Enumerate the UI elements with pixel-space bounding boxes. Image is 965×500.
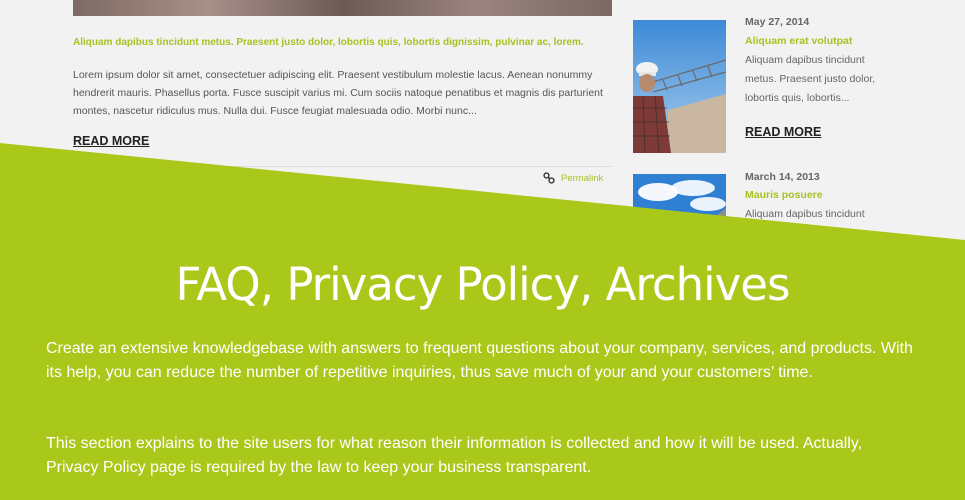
permalink-label[interactable]: Permalink: [561, 173, 603, 184]
sidebar-post-title[interactable]: Aliquam erat volutpat: [745, 35, 852, 47]
sidebar-thumbnail-worker[interactable]: [633, 20, 726, 153]
read-more-button[interactable]: READ MORE: [73, 134, 149, 148]
sidebar-read-more-button[interactable]: READ MORE: [745, 125, 821, 139]
post-subtitle[interactable]: Aliquam dapibus tincidunt metus. Praesen…: [73, 37, 633, 48]
post-image[interactable]: [73, 0, 612, 16]
permalink-link[interactable]: Permalink: [543, 172, 603, 184]
sidebar-date: March 14, 2013: [745, 171, 820, 183]
post-excerpt: Lorem ipsum dolor sit amet, consectetuer…: [73, 69, 603, 117]
link-icon: [543, 172, 555, 184]
banner-paragraph-privacy: This section explains to the site users …: [46, 435, 863, 476]
banner-title: FAQ, Privacy Policy, Archives: [175, 258, 791, 311]
sidebar-date: May 27, 2014: [745, 16, 810, 28]
sidebar-excerpt: Aliquam dapibus tincidunt metus. Praesen…: [745, 54, 876, 104]
banner-paragraph-faq: Create an extensive knowledgebase with a…: [46, 340, 913, 381]
sidebar-post-title[interactable]: Mauris posuere: [745, 189, 823, 201]
